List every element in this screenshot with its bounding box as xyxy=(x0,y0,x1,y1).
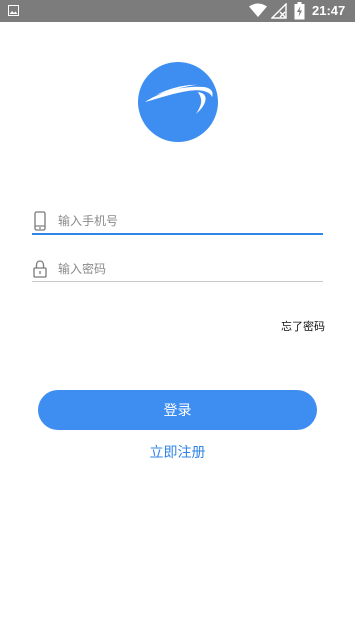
phone-field xyxy=(32,211,323,235)
login-button[interactable]: 登录 xyxy=(38,390,317,430)
phone-input[interactable] xyxy=(58,211,318,231)
battery-charging-icon xyxy=(294,2,305,20)
lock-icon xyxy=(33,260,47,278)
password-field xyxy=(32,259,323,282)
wifi-icon xyxy=(249,3,267,17)
status-time: 21:47 xyxy=(312,3,346,18)
app-logo xyxy=(138,62,218,142)
signal-off-icon xyxy=(271,3,287,19)
app-logo-swoosh-icon xyxy=(145,84,213,114)
status-bar: 21:47 xyxy=(0,0,355,22)
password-input[interactable] xyxy=(58,259,318,279)
forgot-password-link[interactable]: 忘了密码 xyxy=(281,318,325,334)
register-link[interactable]: 立即注册 xyxy=(0,442,355,462)
image-icon xyxy=(8,5,19,16)
phone-icon xyxy=(34,211,46,231)
